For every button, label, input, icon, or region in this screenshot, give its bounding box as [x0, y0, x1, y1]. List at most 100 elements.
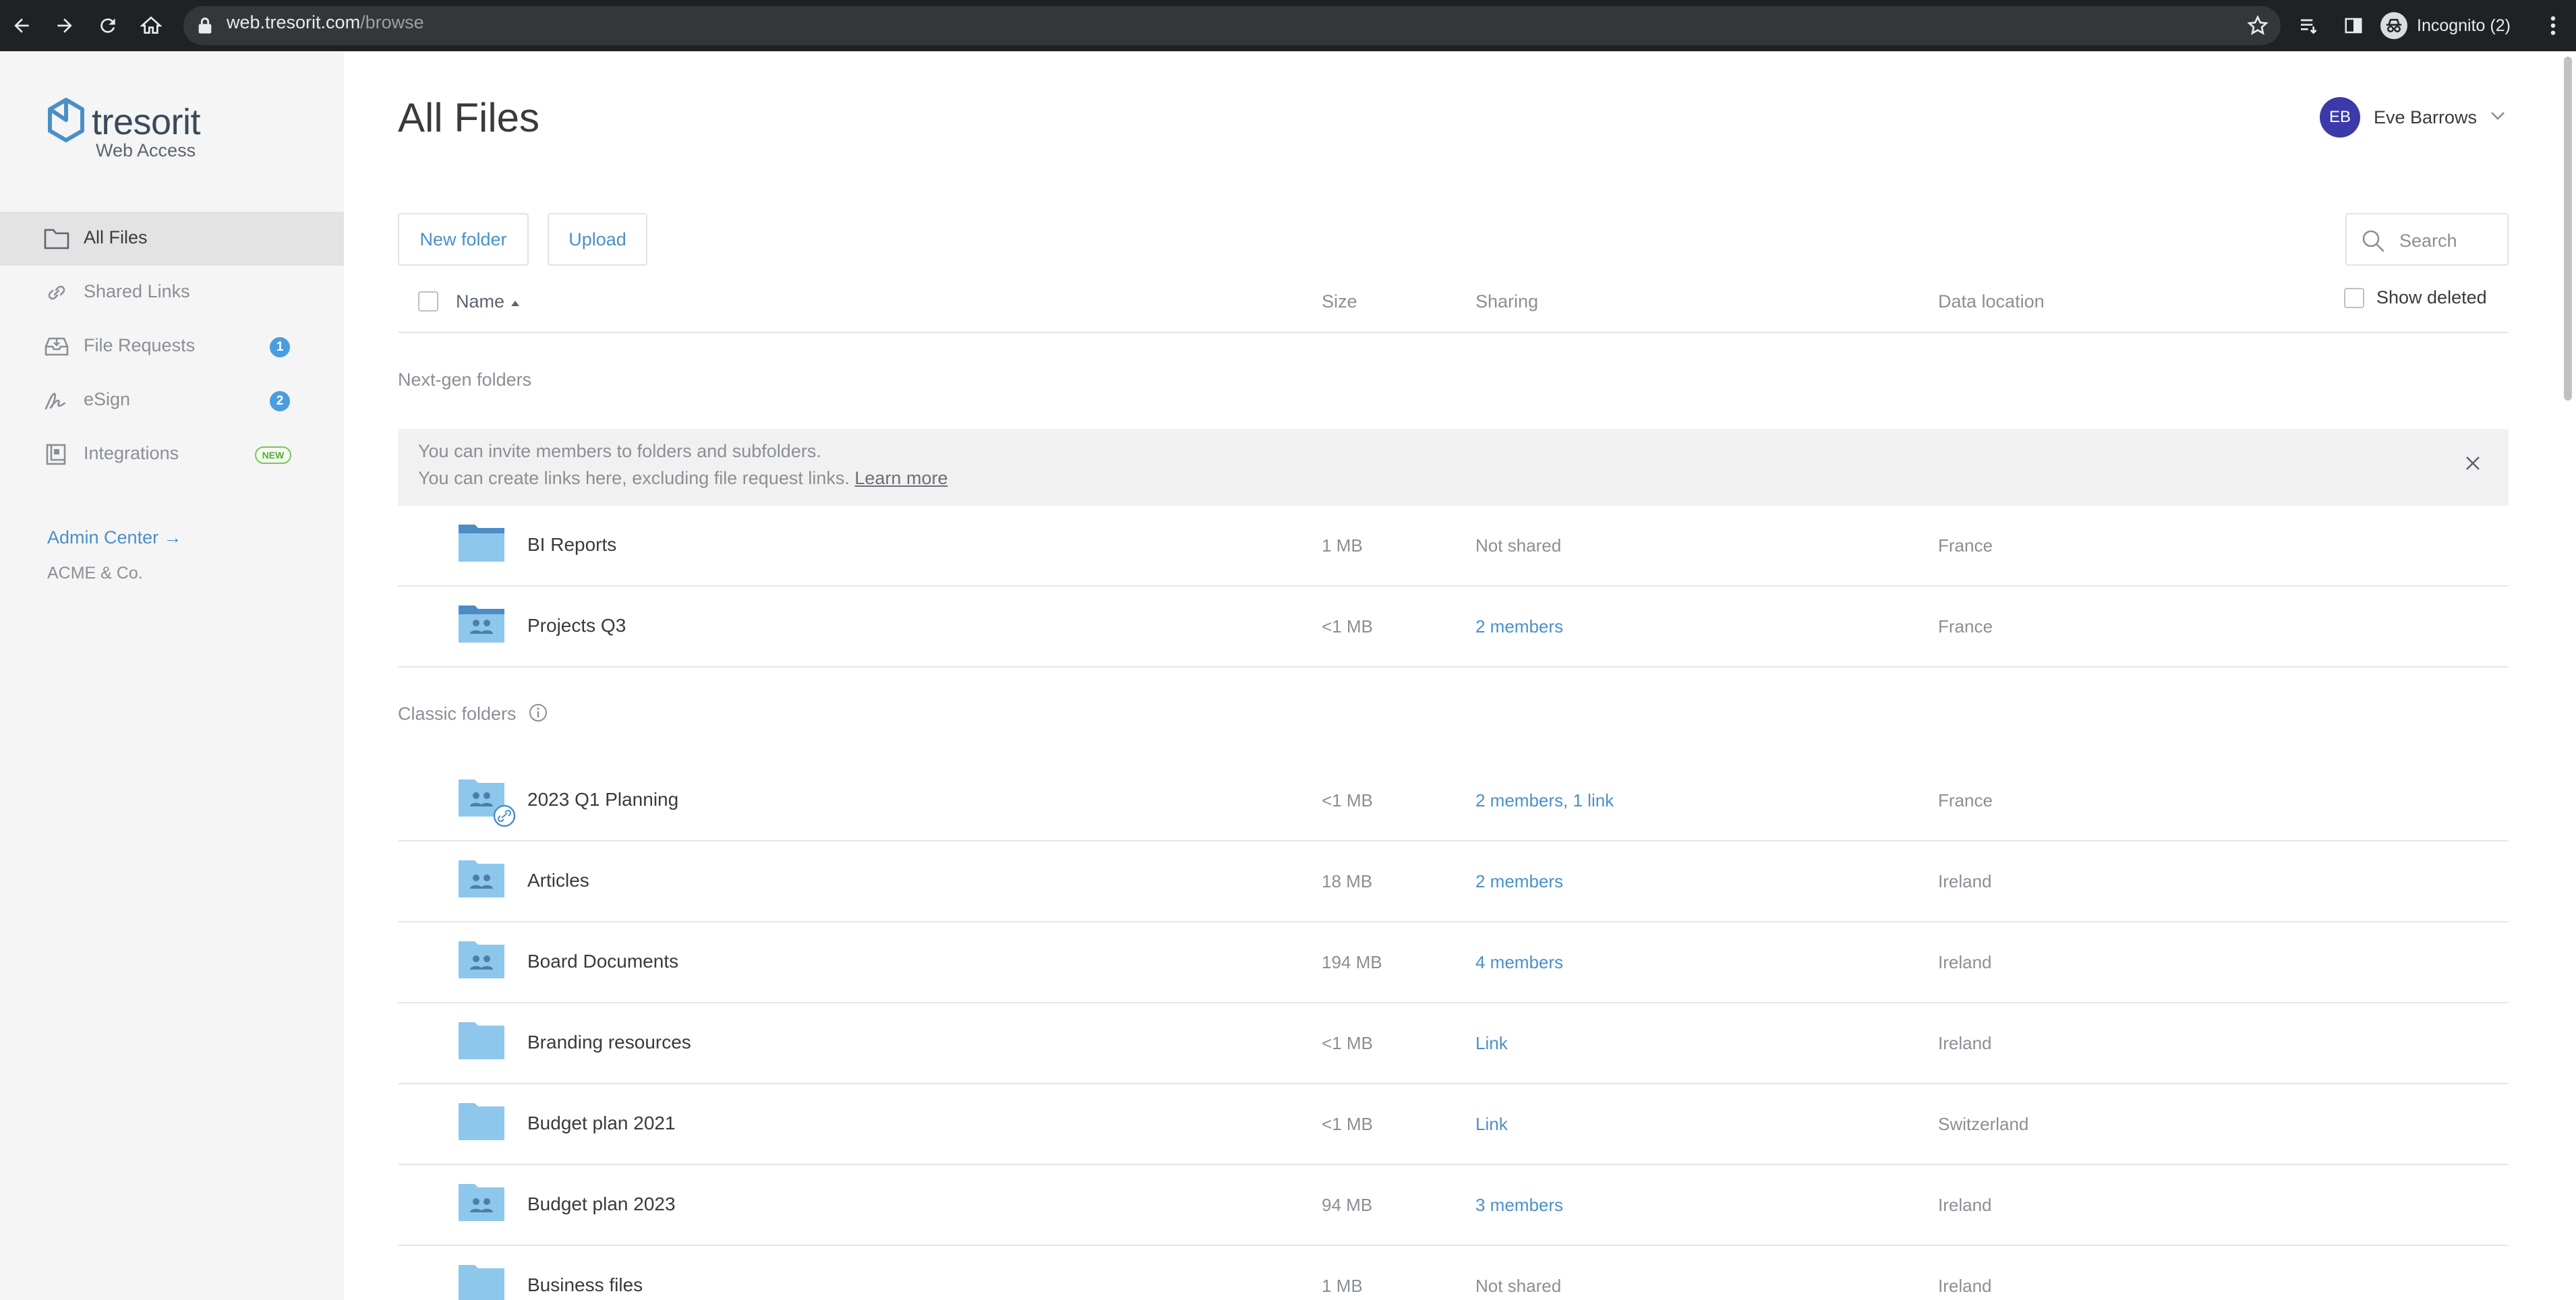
- folder-name[interactable]: Business files: [527, 1274, 643, 1296]
- browser-menu-icon[interactable]: [2537, 9, 2569, 42]
- shared-folder-icon: [457, 1180, 506, 1223]
- upload-button[interactable]: Upload: [548, 213, 647, 266]
- folder-name[interactable]: Articles: [527, 870, 589, 891]
- back-icon[interactable]: [5, 9, 38, 42]
- folder-name[interactable]: Projects Q3: [527, 615, 626, 637]
- banner-line-2-text: You can create links here, excluding fil…: [418, 468, 850, 488]
- shared-folder-icon: [457, 937, 506, 980]
- folder-location: Switzerland: [1938, 1114, 2029, 1134]
- column-name-label: Name: [456, 291, 505, 312]
- section-classic-text: Classic folders: [398, 703, 517, 724]
- folder-size: 94 MB: [1322, 1195, 1373, 1215]
- sidebar-item-file-requests[interactable]: File Requests 1: [0, 320, 344, 374]
- sidebar-item-all-files[interactable]: All Files: [0, 212, 344, 266]
- sidebar-item-integrations[interactable]: Integrations NEW: [0, 427, 344, 481]
- file-requests-count-badge: 1: [270, 337, 290, 357]
- folder-icon: [457, 1261, 506, 1300]
- folder-name[interactable]: Budget plan 2023: [527, 1193, 676, 1215]
- table-row[interactable]: Budget plan 2023 94 MB 3 members Ireland: [398, 1165, 2509, 1246]
- folder-size: 1 MB: [1322, 535, 1363, 556]
- folder-sharing[interactable]: 4 members: [1475, 952, 1563, 973]
- incognito-profile[interactable]: Incognito (2): [2380, 9, 2511, 42]
- home-icon[interactable]: [135, 9, 167, 42]
- reload-icon[interactable]: [92, 9, 124, 42]
- folder-sharing[interactable]: Link: [1475, 1114, 1508, 1135]
- folder-location: France: [1938, 616, 1993, 637]
- folder-name[interactable]: BI Reports: [527, 534, 616, 556]
- sidebar-item-label: File Requests: [84, 335, 196, 355]
- info-icon[interactable]: [528, 703, 548, 728]
- banner-line-1: You can invite members to folders and su…: [418, 441, 821, 461]
- table-row[interactable]: Branding resources <1 MB Link Ireland: [398, 1003, 2509, 1084]
- sidebar-item-shared-links[interactable]: Shared Links: [0, 266, 344, 320]
- close-icon[interactable]: [2464, 454, 2482, 475]
- sidebar-item-label: Shared Links: [84, 281, 190, 301]
- folder-sharing[interactable]: Link: [1475, 1033, 1508, 1054]
- table-row[interactable]: Articles 18 MB 2 members Ireland: [398, 841, 2509, 922]
- search-icon: [2360, 228, 2386, 257]
- side-panel-icon[interactable]: [2337, 9, 2370, 42]
- admin-center-link[interactable]: Admin Center →: [47, 527, 182, 548]
- table-row[interactable]: Business files 1 MB Not shared Ireland: [398, 1246, 2509, 1300]
- avatar: EB: [2320, 97, 2360, 138]
- sidebar-item-label: Integrations: [84, 443, 179, 463]
- show-deleted-checkbox[interactable]: [2344, 287, 2364, 308]
- link-icon: [43, 280, 70, 305]
- table-row[interactable]: 2023 Q1 Planning <1 MB 2 members, 1 link…: [398, 761, 2509, 841]
- select-all-checkbox[interactable]: [418, 291, 438, 312]
- folder-location: France: [1938, 790, 1993, 810]
- folder-name[interactable]: Budget plan 2021: [527, 1113, 676, 1134]
- search-input[interactable]: Search: [2345, 213, 2509, 266]
- table-row[interactable]: BI Reports 1 MB Not shared France: [398, 506, 2509, 587]
- folder-sharing[interactable]: 2 members: [1475, 871, 1563, 892]
- folder-name[interactable]: Branding resources: [527, 1032, 691, 1053]
- shared-folder-icon: [457, 856, 506, 899]
- info-banner: You can invite members to folders and su…: [398, 429, 2509, 506]
- folder-icon: [457, 1099, 506, 1142]
- folder-location: France: [1938, 535, 1993, 556]
- folder-sharing[interactable]: 3 members: [1475, 1195, 1563, 1216]
- bookmark-star-icon[interactable]: [2242, 9, 2274, 42]
- table-row[interactable]: Board Documents 194 MB 4 members Ireland: [398, 922, 2509, 1003]
- folder-location: Ireland: [1938, 1276, 1992, 1296]
- address-bar[interactable]: [183, 6, 2281, 45]
- column-name-header[interactable]: Name: [456, 291, 521, 312]
- folder-size: 194 MB: [1322, 952, 1382, 972]
- table-row[interactable]: Projects Q3 <1 MB 2 members France: [398, 587, 2509, 668]
- page-title: All Files: [398, 95, 540, 140]
- folder-location: Ireland: [1938, 1033, 1992, 1053]
- section-classic-label: Classic folders: [398, 703, 548, 728]
- folder-name[interactable]: Board Documents: [527, 951, 678, 972]
- new-folder-button[interactable]: New folder: [398, 213, 529, 266]
- table-header: Name Size Sharing Data location: [398, 276, 2509, 333]
- folder-name[interactable]: 2023 Q1 Planning: [527, 789, 678, 810]
- learn-more-link[interactable]: Learn more: [854, 468, 947, 488]
- new-tag: NEW: [255, 446, 291, 464]
- column-sharing-header[interactable]: Sharing: [1475, 291, 1538, 312]
- forward-icon[interactable]: [49, 9, 81, 42]
- folder-sharing[interactable]: 2 members: [1475, 616, 1563, 637]
- folder-sharing: Not shared: [1475, 1276, 1562, 1296]
- sidebar-item-label: eSign: [84, 389, 131, 409]
- search-placeholder: Search: [2399, 231, 2457, 251]
- tresorit-logo-icon: [46, 97, 86, 146]
- logo-wordmark: tresorit: [92, 102, 201, 142]
- organization-name: ACME & Co.: [47, 564, 143, 583]
- media-queue-icon[interactable]: [2293, 9, 2325, 42]
- folder-sharing: Not shared: [1475, 535, 1562, 556]
- folder-icon: [43, 227, 70, 251]
- url-path: /browse: [360, 12, 424, 32]
- logo-subtitle: Web Access: [96, 140, 196, 160]
- user-menu[interactable]: EB Eve Barrows: [2320, 97, 2505, 138]
- table-row[interactable]: Budget plan 2021 <1 MB Link Switzerland: [398, 1084, 2509, 1165]
- show-deleted-toggle[interactable]: Show deleted: [2344, 287, 2487, 308]
- folder-size: <1 MB: [1322, 1033, 1373, 1053]
- folder-location: Ireland: [1938, 952, 1992, 972]
- folder-sharing[interactable]: 2 members, 1 link: [1475, 790, 1614, 811]
- page-scrollbar[interactable]: [2564, 57, 2572, 401]
- banner-line-2: You can create links here, excluding fil…: [418, 468, 947, 489]
- column-location-header[interactable]: Data location: [1938, 291, 2045, 312]
- sidebar-item-esign[interactable]: eSign 2: [0, 374, 344, 427]
- folder-size: 1 MB: [1322, 1276, 1363, 1296]
- column-size-header[interactable]: Size: [1322, 291, 1357, 312]
